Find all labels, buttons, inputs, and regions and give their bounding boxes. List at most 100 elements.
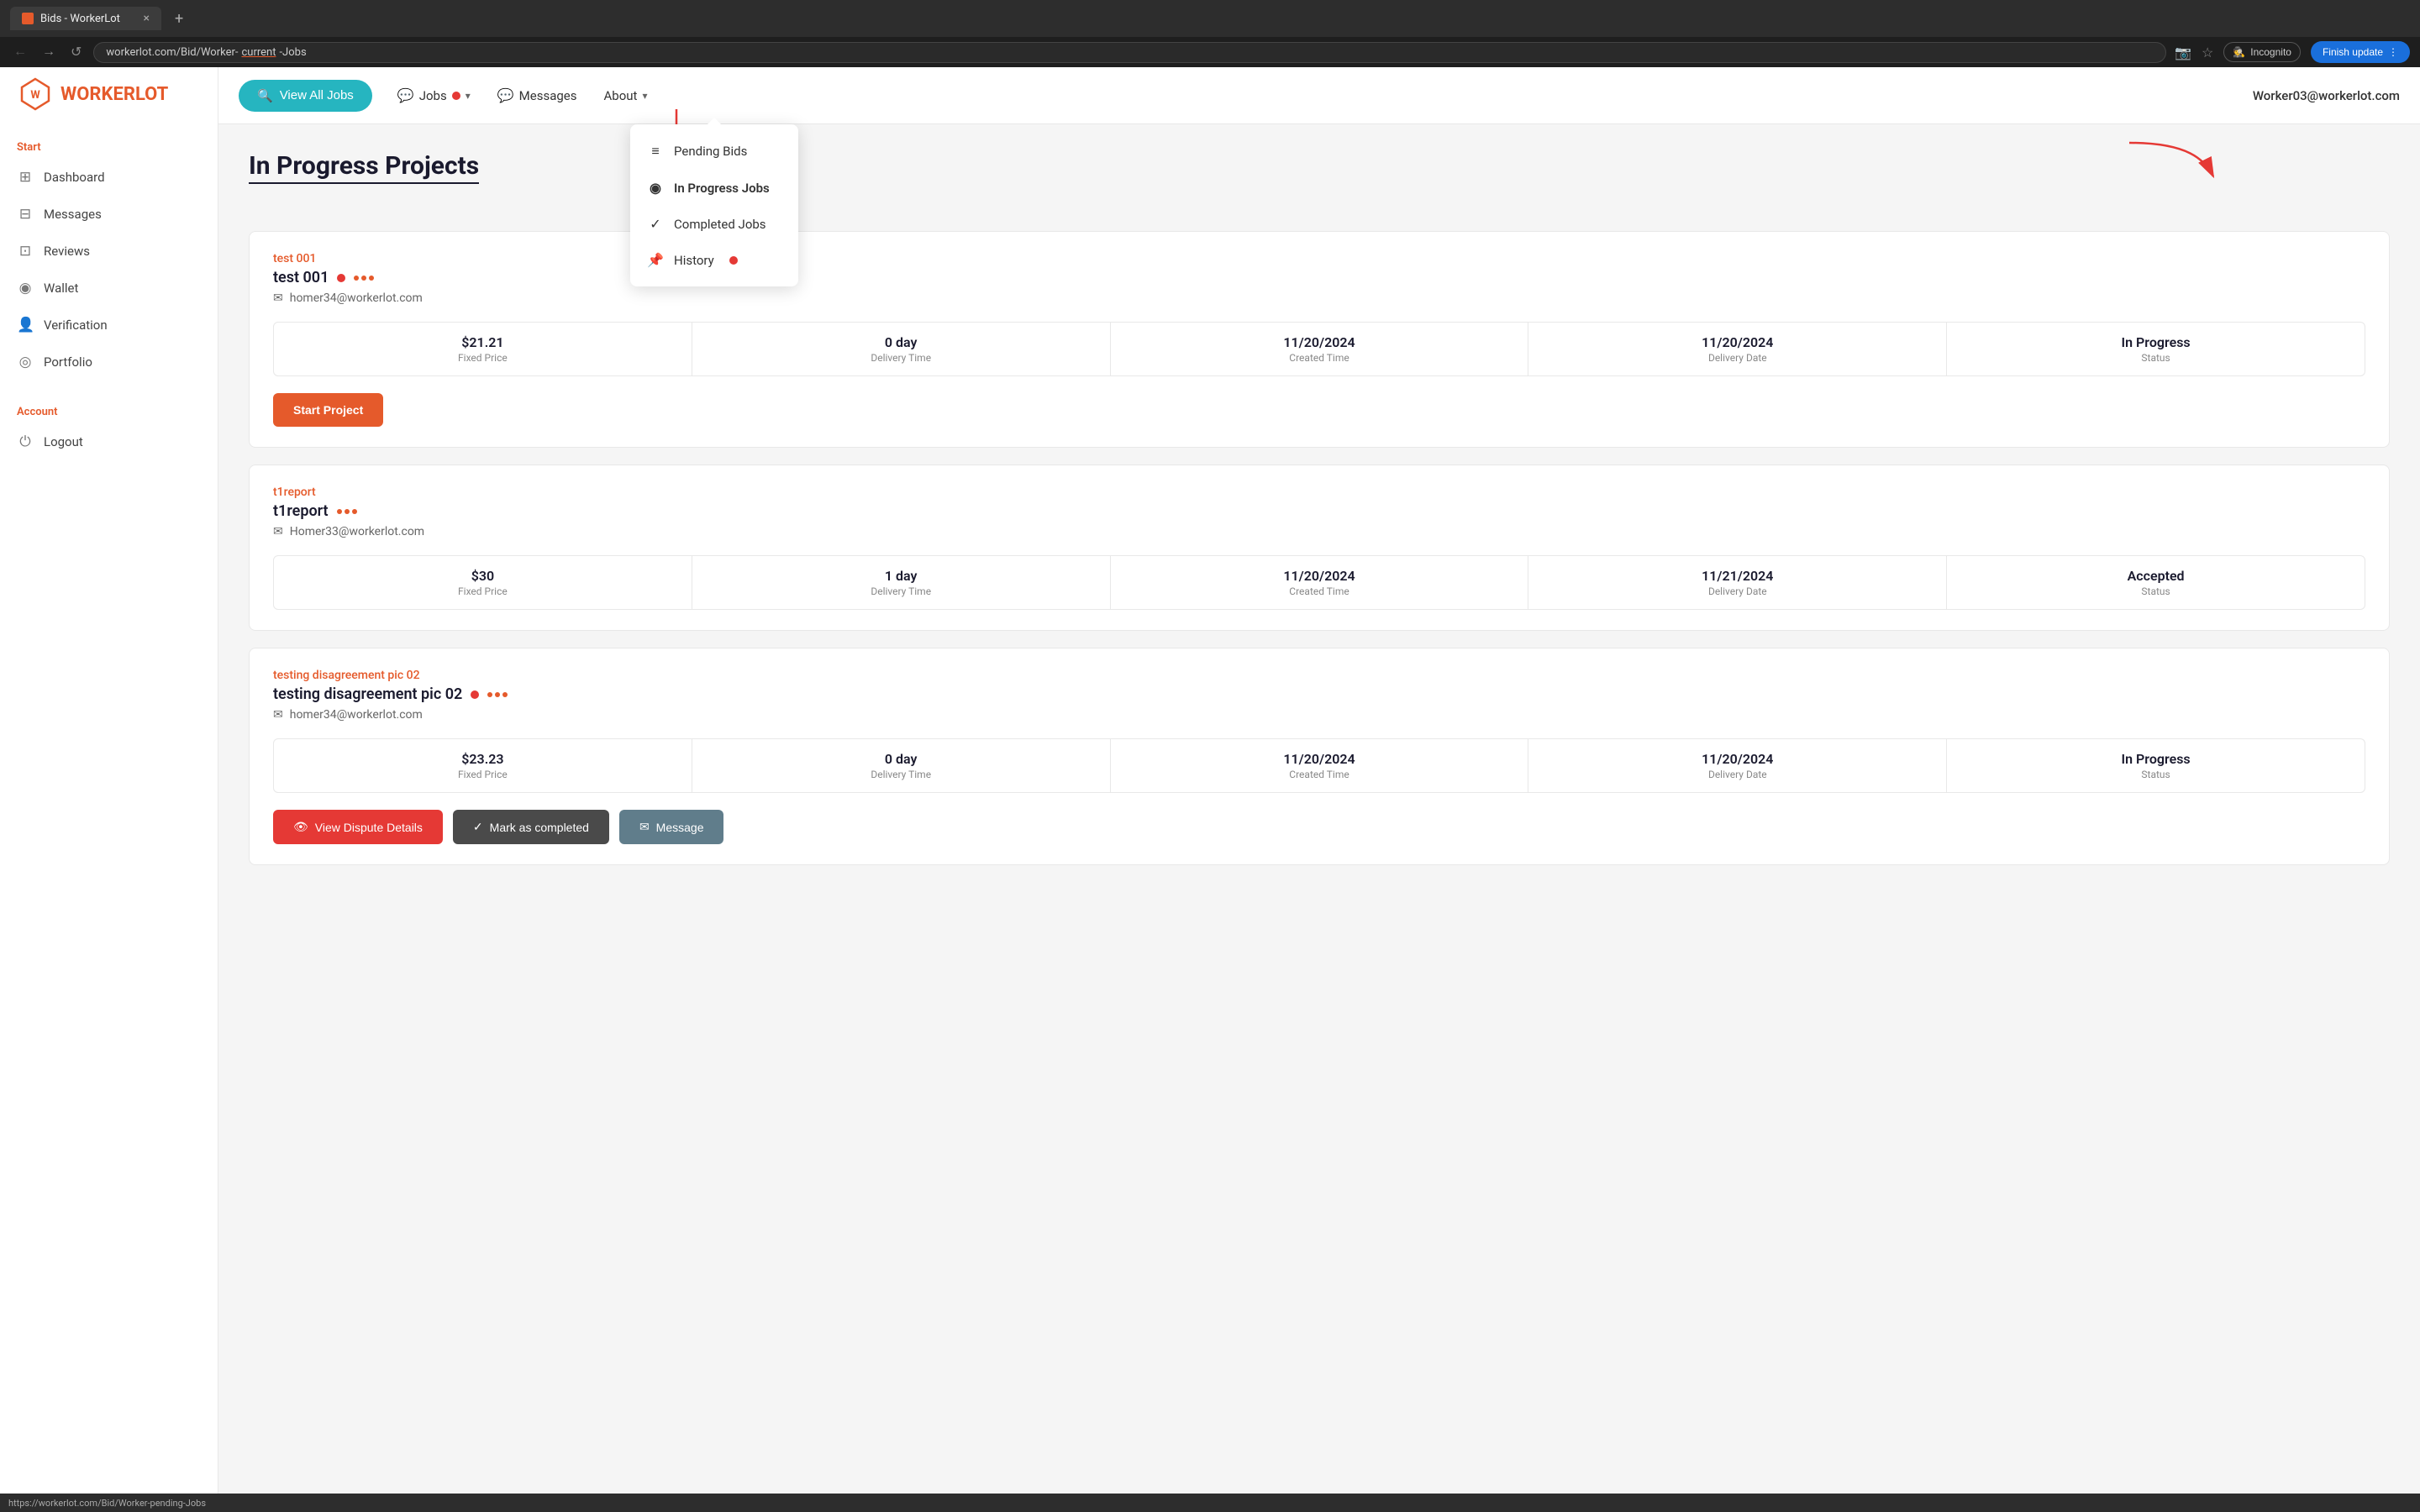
job-name-row-0: test 001 [273,269,2365,286]
sidebar-label-dashboard: Dashboard [44,170,105,185]
view-dispute-button-2[interactable]: 👁 View Dispute Details [273,810,443,844]
job-title-link-0[interactable]: test 001 [273,252,2365,265]
job-status-1: Accepted Status [1947,556,2365,609]
logo-text: WORKERLOT [60,84,168,105]
jobs-dropdown-menu: ≡ Pending Bids ◉ In Progress Jobs ✓ Comp… [630,124,798,286]
job-price-value-2: $23.23 [282,751,683,767]
logo-icon: W [17,76,54,113]
job-title-link-2[interactable]: testing disagreement pic 02 [273,669,2365,682]
job-delivery-time-1: 1 day Delivery Time [692,556,1111,609]
job-created-label-1: Created Time [1119,585,1520,597]
job-email-row-0: ✉ homer34@workerlot.com [273,291,2365,305]
nav-item-about[interactable]: About ▾ [592,81,659,110]
job-delivery-value-0: 0 day [701,334,1102,350]
job-created-0: 11/20/2024 Created Time [1111,323,1529,375]
job-delivery-value-1: 1 day [701,568,1102,584]
job-created-label-2: Created Time [1119,769,1520,780]
logout-icon: ⏻ [17,433,34,450]
email-icon-2: ✉ [273,708,283,722]
back-button[interactable]: ← [10,41,30,63]
in-progress-icon: ◉ [647,180,664,196]
dropdown-item-in-progress[interactable]: ◉ In Progress Jobs [630,170,798,206]
job-delivery-label-0: Delivery Time [701,352,1102,364]
url-suffix: -Jobs [279,46,306,59]
job-created-label-0: Created Time [1119,352,1520,364]
job-status-value-1: Accepted [1955,568,2356,584]
url-bar[interactable]: workerlot.com/Bid/Worker-current-Jobs [93,42,2166,63]
finish-update-button[interactable]: Finish update ⋮ [2311,41,2410,63]
job-delivery-time-2: 0 day Delivery Time [692,739,1111,792]
sidebar-item-portfolio[interactable]: ◎ Portfolio [0,344,218,381]
nav-item-jobs[interactable]: 💬 Jobs ▾ [386,81,482,110]
sidebar-item-logout[interactable]: ⏻ Logout [0,423,218,460]
dropdown-label-pending-bids: Pending Bids [674,144,747,159]
message-icon: ✉ [639,820,650,834]
start-project-button-0[interactable]: Start Project [273,393,383,427]
job-delivery-date-label-1: Delivery Date [1537,585,1938,597]
browser-tab[interactable]: Bids - WorkerLot × [10,7,161,30]
sidebar-account-label: Account [0,397,218,423]
email-icon-1: ✉ [273,525,283,538]
incognito-label: Incognito [2250,46,2291,58]
mark-completed-button-2[interactable]: ✓ Mark as completed [453,810,609,844]
job-title-link-1[interactable]: t1report [273,486,2365,499]
tab-close-button[interactable]: × [144,12,150,25]
jobs-notification-dot [452,92,460,100]
reload-button[interactable]: ↺ [67,40,85,64]
job-actions-0: Start Project [273,393,2365,427]
dropdown-item-history[interactable]: 📌 History [630,242,798,278]
eye-icon: 👁 [293,820,308,834]
portfolio-icon: ◎ [17,354,34,370]
job-name-0: test 001 [273,269,329,286]
sidebar-item-wallet[interactable]: ◉ Wallet [0,270,218,307]
sidebar-label-wallet: Wallet [44,281,78,296]
dropdown-item-pending-bids[interactable]: ≡ Pending Bids [630,133,798,170]
nav-item-messages[interactable]: 💬 Messages [486,81,589,110]
job-delivery-date-value-0: 11/20/2024 [1537,334,1938,350]
job-2-menu-dots[interactable] [487,692,508,697]
app-body: W WORKERLOT Start ⊞ Dashboard ⊟ Messages… [0,67,2420,1494]
job-status-value-2: In Progress [1955,751,2356,767]
view-dispute-label: View Dispute Details [315,821,423,834]
page-title-container: In Progress Projects [249,151,2390,207]
job-name-2: testing disagreement pic 02 [273,685,462,703]
view-all-jobs-button[interactable]: 🔍 View All Jobs [239,80,372,112]
job-price-value-1: $30 [282,568,683,584]
job-delivery-date-2: 11/20/2024 Delivery Date [1528,739,1947,792]
message-button-2[interactable]: ✉ Message [619,810,724,844]
incognito-button[interactable]: 🕵️ Incognito [2223,42,2301,62]
forward-button[interactable]: → [39,41,59,63]
sidebar-label-verification: Verification [44,318,108,333]
job-price-label-2: Fixed Price [282,769,683,780]
page-content: In Progress Projects [218,124,2420,1494]
job-created-1: 11/20/2024 Created Time [1111,556,1529,609]
url-underlined: current [241,46,276,59]
sidebar-item-dashboard[interactable]: ⊞ Dashboard [0,159,218,196]
job-delivery-date-label-0: Delivery Date [1537,352,1938,364]
job-0-menu-dots[interactable] [354,276,374,281]
verification-icon: 👤 [17,317,34,333]
job-1-menu-dots[interactable] [337,509,357,514]
job-status-value-0: In Progress [1955,334,2356,350]
search-icon: 🔍 [257,88,273,103]
status-bar: https://workerlot.com/Bid/Worker-pending… [0,1494,2420,1512]
job-email-row-1: ✉ Homer33@workerlot.com [273,525,2365,538]
jobs-dropdown-arrow: ▾ [466,90,471,102]
job-card-0-inner: test 001 test 001 ✉ homer34@workerlot.co… [273,252,2365,305]
sidebar-item-verification[interactable]: 👤 Verification [0,307,218,344]
job-delivery-value-2: 0 day [701,751,1102,767]
sidebar-item-reviews[interactable]: ⊡ Reviews [0,233,218,270]
dropdown-item-completed[interactable]: ✓ Completed Jobs [630,206,798,242]
job-price-label-0: Fixed Price [282,352,683,364]
job-details-row-0: $21.21 Fixed Price 0 day Delivery Time 1… [273,322,2365,376]
job-created-value-1: 11/20/2024 [1119,568,1520,584]
job-card-2: testing disagreement pic 02 testing disa… [249,648,2390,865]
job-status-2: In Progress Status [1947,739,2365,792]
page-wrapper: Bids - WorkerLot × + ← → ↺ workerlot.com… [0,0,2420,1512]
svg-text:W: W [30,89,40,102]
incognito-icon: 🕵️ [2233,46,2245,58]
sidebar-item-messages[interactable]: ⊟ Messages [0,196,218,233]
job-status-label-0: Status [1955,352,2356,364]
bookmark-icon[interactable]: ☆ [2202,45,2213,60]
new-tab-button[interactable]: + [168,10,190,28]
